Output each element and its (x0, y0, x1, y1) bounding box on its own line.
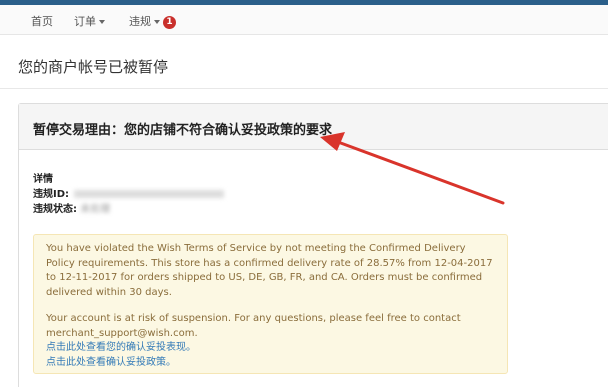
notice-paragraph-2: Your account is at risk of suspension. F… (46, 313, 461, 339)
suspension-panel: 暂停交易理由：您的店铺不符合确认妥投政策的要求 详情 违规ID: 违规状态: 未… (18, 103, 608, 387)
policy-violation-notice: You have violated the Wish Terms of Serv… (33, 234, 508, 374)
violation-id-row: 违规ID: (33, 187, 225, 202)
nav-orders[interactable]: 订单 (74, 13, 105, 29)
top-nav: 首页 订单 违规 1 (0, 5, 608, 35)
violation-details: 详情 违规ID: 违规状态: 未处理 (33, 172, 225, 217)
divider (0, 88, 608, 89)
violation-status-value: 未处理 (80, 204, 111, 215)
notice-paragraph-1: You have violated the Wish Terms of Serv… (46, 243, 493, 298)
details-title: 详情 (33, 174, 53, 185)
page-title: 您的商户帐号已被暂停 (18, 58, 169, 76)
violation-status-label: 违规状态: (33, 204, 77, 215)
nav-orders-label: 订单 (74, 15, 96, 28)
redacted-violation-id (74, 190, 225, 198)
violations-count-badge: 1 (163, 15, 176, 29)
chevron-down-icon (154, 20, 160, 24)
nav-violations[interactable]: 违规 1 (129, 13, 176, 29)
violation-status-row: 违规状态: 未处理 (33, 202, 224, 217)
nav-violations-label: 违规 (129, 15, 151, 28)
violation-id-label: 违规ID: (33, 189, 70, 200)
view-delivery-policy-link[interactable]: 点击此处查看确认妥投政策。 (46, 356, 495, 371)
suspension-reason-heading: 暂停交易理由：您的店铺不符合确认妥投政策的要求 (33, 123, 333, 138)
chevron-down-icon (99, 20, 105, 24)
view-delivery-performance-link[interactable]: 点击此处查看您的确认妥投表现。 (46, 341, 495, 356)
nav-home[interactable]: 首页 (31, 13, 53, 29)
panel-heading: 暂停交易理由：您的店铺不符合确认妥投政策的要求 (19, 104, 608, 150)
